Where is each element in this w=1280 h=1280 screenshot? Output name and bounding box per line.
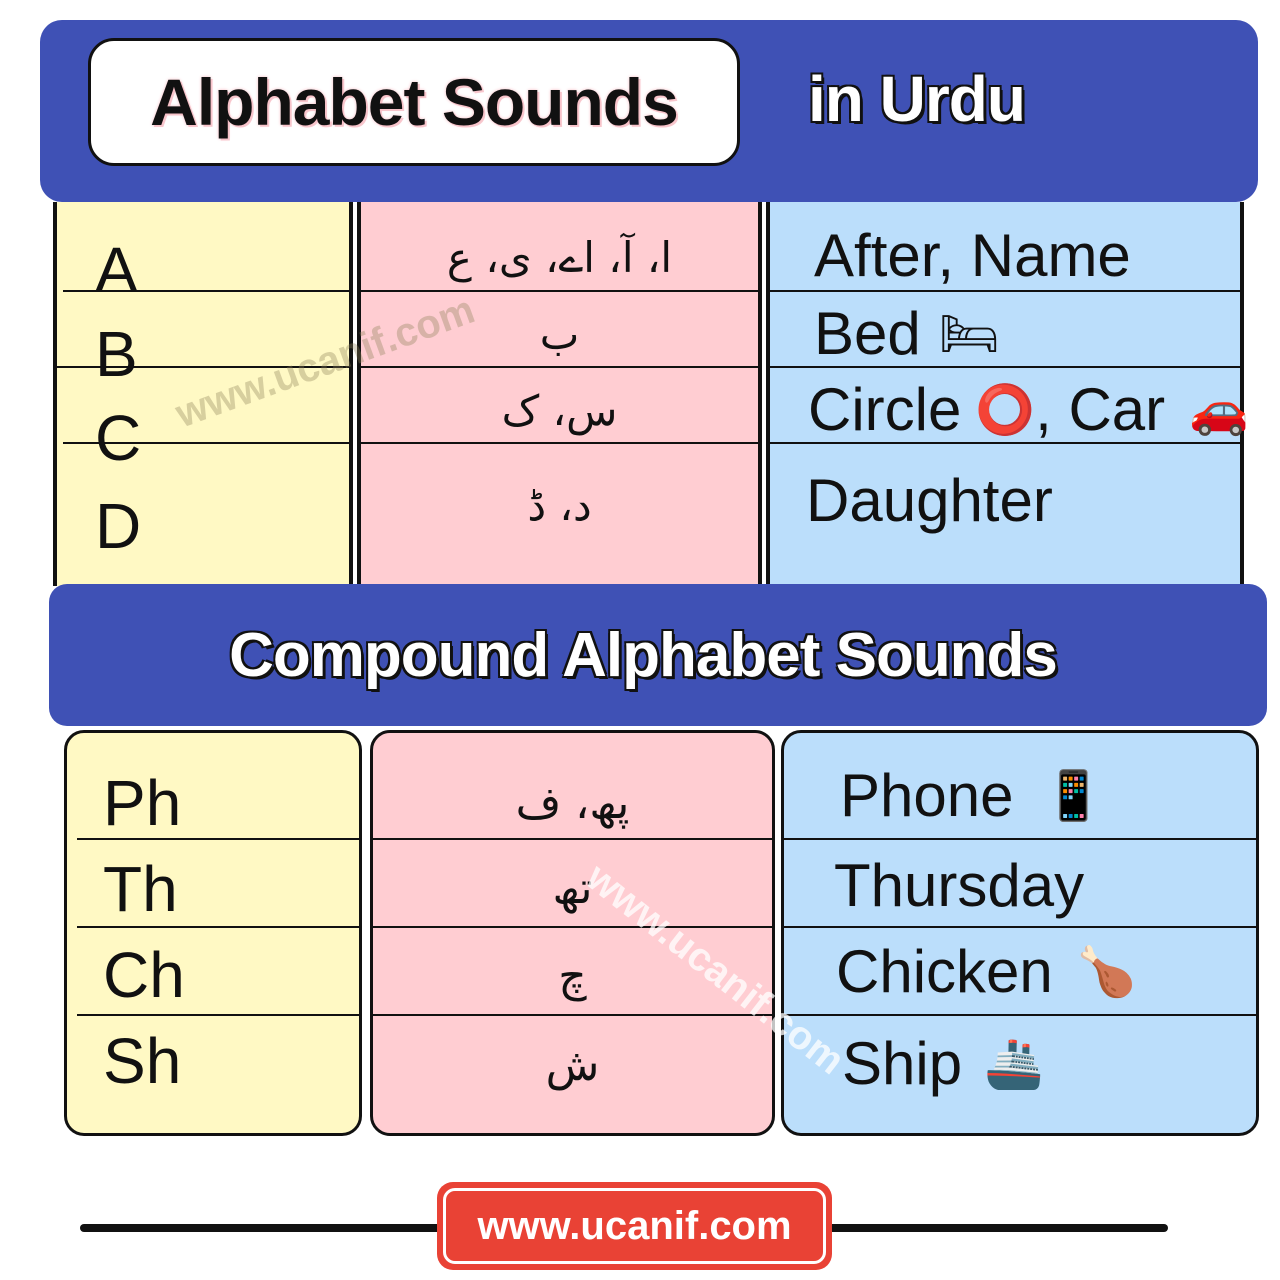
word-cell: Circle ⭕ , Car 🚗 xyxy=(770,374,1249,444)
word-cell: Thursday xyxy=(784,845,1256,925)
compound-letters-column: Ph Th Ch Sh xyxy=(64,730,362,1136)
letter-cell: B xyxy=(95,318,138,390)
row-divider xyxy=(784,926,1256,928)
letter-cell: C xyxy=(95,402,142,474)
urdu-cell: س، ک xyxy=(501,385,618,435)
word-cell: Chicken 🍗 xyxy=(784,931,1256,1011)
title-box: Alphabet Sounds xyxy=(88,38,740,166)
word-text: Chicken xyxy=(836,937,1053,1005)
letters-column: A B C D xyxy=(53,202,353,586)
row-divider xyxy=(373,926,772,928)
row-divider xyxy=(784,1014,1256,1016)
urdu-column: ا، آ، اے، ی، ع ب س، ک د، ڈ xyxy=(357,202,762,586)
row-divider xyxy=(361,442,758,444)
word-cell: Bed 🛏 xyxy=(770,298,1240,368)
page-title: Alphabet Sounds xyxy=(150,65,679,139)
word-cell: Ship 🚢 xyxy=(784,1023,1256,1103)
compound-title: Compound Alphabet Sounds xyxy=(229,620,1058,690)
word-text: Daughter xyxy=(806,466,1053,534)
circle-icon: ⭕ xyxy=(975,381,1036,438)
urdu-cell: ش xyxy=(545,1039,600,1091)
word-text-2: , Car xyxy=(1035,375,1166,443)
car-icon: 🚗 xyxy=(1189,381,1249,438)
urdu-cell: د، ڈ xyxy=(527,480,592,530)
urdu-cell: چ xyxy=(558,950,587,1002)
row-divider xyxy=(784,838,1256,840)
letter-cell: Ph xyxy=(103,767,182,839)
row-divider xyxy=(361,366,758,368)
compound-words-column: Phone 📱 Thursday Chicken 🍗 Ship 🚢 xyxy=(781,730,1259,1136)
word-text: Bed xyxy=(814,299,921,367)
word-text: Phone xyxy=(840,761,1014,829)
page-subtitle: in Urdu xyxy=(808,63,1026,135)
word-text: Circle xyxy=(808,375,962,443)
urdu-cell: تھ xyxy=(552,862,593,914)
word-cell: After, Name xyxy=(770,220,1240,290)
footer-url-badge[interactable]: www.ucanif.com xyxy=(437,1182,832,1270)
chicken-leg-icon: 🍗 xyxy=(1076,943,1137,1000)
phone-icon: 📱 xyxy=(1043,767,1104,824)
letter-cell: A xyxy=(95,234,138,306)
word-text: After, Name xyxy=(814,221,1131,289)
urdu-cell: ب xyxy=(539,309,580,359)
row-divider xyxy=(361,290,758,292)
footer-url[interactable]: www.ucanif.com xyxy=(477,1204,791,1249)
compound-urdu-column: پھ، ف تھ چ ش xyxy=(370,730,775,1136)
letter-cell: Sh xyxy=(103,1025,182,1097)
urdu-cell: ا، آ، اے، ی، ع xyxy=(446,232,673,282)
letter-cell: Th xyxy=(103,853,178,925)
row-divider xyxy=(373,838,772,840)
word-cell: Daughter xyxy=(770,464,1240,536)
words-column: After, Name Bed 🛏 Circle ⭕ , Car 🚗 Daugh… xyxy=(766,202,1249,586)
row-divider xyxy=(373,1014,772,1016)
word-text: Ship xyxy=(842,1029,963,1097)
row-divider xyxy=(770,290,1240,292)
letter-cell: D xyxy=(95,490,142,562)
word-cell: Phone 📱 xyxy=(784,755,1256,835)
urdu-cell: پھ، ف xyxy=(515,777,630,829)
letter-cell: Ch xyxy=(103,939,185,1011)
compound-banner: Compound Alphabet Sounds xyxy=(49,584,1267,726)
bed-icon: 🛏 xyxy=(938,305,1000,362)
ship-icon: 🚢 xyxy=(984,1035,1044,1092)
word-text: Thursday xyxy=(834,851,1085,919)
